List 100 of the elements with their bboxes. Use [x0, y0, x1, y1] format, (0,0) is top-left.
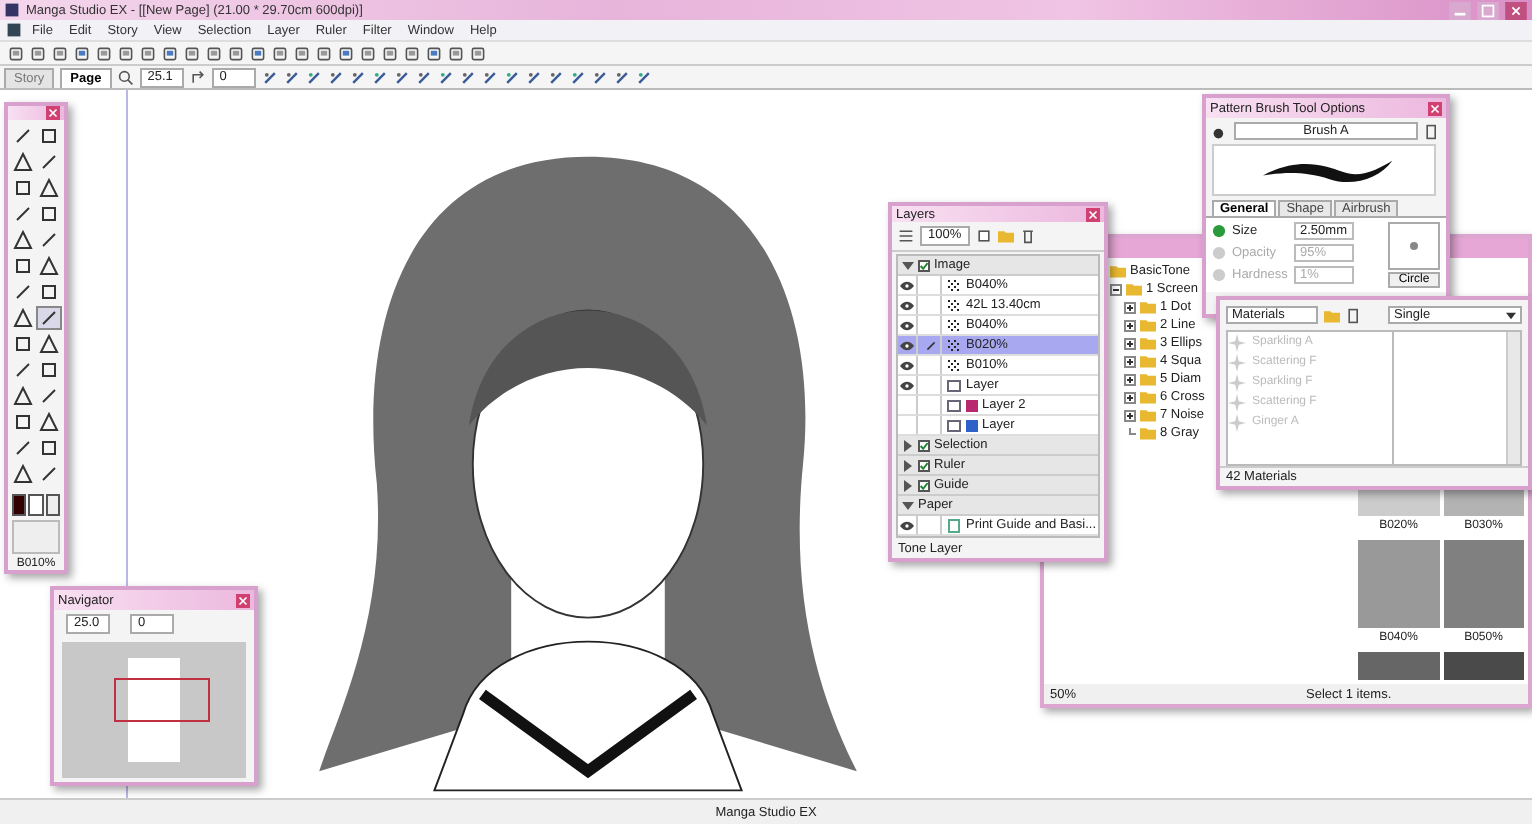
tool-icon[interactable]: [38, 282, 60, 302]
trash-icon[interactable]: [1019, 228, 1036, 244]
expand-icon[interactable]: [1124, 355, 1136, 367]
tool-icon[interactable]: [12, 464, 34, 484]
tone-swatch[interactable]: [1443, 488, 1524, 516]
tool-icon[interactable]: [38, 412, 60, 432]
expand-icon[interactable]: [1124, 409, 1136, 421]
tool-icon[interactable]: [38, 178, 60, 198]
caret-icon[interactable]: [1506, 311, 1516, 319]
status-dot-icon[interactable]: [1212, 224, 1226, 238]
eye-icon[interactable]: [900, 319, 914, 331]
toolbar-icon[interactable]: [415, 69, 432, 85]
tool-icon[interactable]: [12, 230, 34, 250]
tool-icon[interactable]: [38, 386, 60, 406]
menu-icon[interactable]: [1424, 123, 1440, 139]
expander-icon[interactable]: [902, 439, 914, 451]
tone-swatch[interactable]: [1443, 652, 1524, 680]
tool-icon[interactable]: [12, 386, 34, 406]
tool-icon[interactable]: [38, 126, 60, 146]
tool-icon[interactable]: [12, 438, 34, 458]
tool-icon[interactable]: [38, 308, 60, 328]
toolbar-icon[interactable]: [437, 69, 454, 85]
tool-icon[interactable]: [38, 256, 60, 276]
close-icon[interactable]: [1504, 1, 1528, 19]
color-swatch[interactable]: [12, 494, 27, 516]
toolbar-icon[interactable]: [459, 69, 476, 85]
tool-icon[interactable]: [12, 178, 34, 198]
collapse-icon[interactable]: [1110, 283, 1122, 295]
tool-icon[interactable]: [12, 204, 34, 224]
color-swatch[interactable]: [45, 494, 60, 516]
close-icon[interactable]: [236, 593, 250, 607]
tool-icon[interactable]: [12, 152, 34, 172]
tone-swatch[interactable]: [1358, 652, 1439, 680]
toolbar-icon[interactable]: [283, 69, 300, 85]
toolbar-icon[interactable]: [349, 69, 366, 85]
close-icon[interactable]: [1428, 101, 1442, 115]
expand-icon[interactable]: [1124, 391, 1136, 403]
toolbar-icon[interactable]: [393, 69, 410, 85]
tool-icon[interactable]: [12, 282, 34, 302]
expand-icon[interactable]: [1124, 337, 1136, 349]
expander-icon[interactable]: [902, 259, 914, 271]
checkbox[interactable]: [918, 439, 930, 451]
tool-icon[interactable]: [38, 464, 60, 484]
toolbar-icon[interactable]: [591, 69, 608, 85]
tone-swatch[interactable]: [1358, 488, 1439, 516]
eye-icon[interactable]: [900, 519, 914, 531]
rotate-icon[interactable]: [189, 69, 206, 85]
tool-icon[interactable]: [12, 126, 34, 146]
expand-icon[interactable]: [1124, 373, 1136, 385]
eye-icon[interactable]: [900, 279, 914, 291]
checkbox[interactable]: [918, 479, 930, 491]
paper-icon: [946, 517, 962, 533]
eye-icon[interactable]: [900, 359, 914, 371]
toolbar-icon[interactable]: [503, 69, 520, 85]
tool-icon[interactable]: [38, 204, 60, 224]
toolbar-icon[interactable]: [261, 69, 278, 85]
tone-swatch[interactable]: [1443, 540, 1524, 628]
color-swatch[interactable]: [28, 494, 44, 516]
toolbar-icon[interactable]: [635, 69, 652, 85]
brush-icon[interactable]: [1212, 123, 1228, 139]
tool-icon[interactable]: [12, 360, 34, 380]
tone-pattern-icon: [946, 297, 962, 313]
toolbar-icon[interactable]: [371, 69, 388, 85]
toolbar-icon[interactable]: [481, 69, 498, 85]
close-icon[interactable]: [46, 106, 60, 120]
zoom-icon[interactable]: [117, 69, 134, 85]
tool-icon[interactable]: [38, 152, 60, 172]
tool-icon[interactable]: [38, 438, 60, 458]
tool-icon[interactable]: [12, 308, 34, 328]
toolbar-icon[interactable]: [327, 69, 344, 85]
view-frame[interactable]: [114, 678, 210, 722]
tool-icon[interactable]: [38, 230, 60, 250]
tone-pattern-icon: [946, 357, 962, 373]
tool-icon[interactable]: [12, 256, 34, 276]
tool-icon[interactable]: [12, 412, 34, 432]
close-icon[interactable]: [1086, 207, 1100, 221]
status-dot-icon[interactable]: [1212, 268, 1226, 282]
toolbar-icon[interactable]: [613, 69, 630, 85]
blend-icon[interactable]: [898, 228, 914, 244]
tool-icon[interactable]: [12, 334, 34, 354]
checkbox[interactable]: [918, 259, 930, 271]
toolbar-icon[interactable]: [547, 69, 564, 85]
scrollbar[interactable]: [1506, 332, 1520, 464]
eye-icon[interactable]: [900, 379, 914, 391]
eye-icon[interactable]: [900, 339, 914, 351]
new-layer-icon[interactable]: [975, 228, 992, 244]
status-dot-icon[interactable]: [1212, 246, 1226, 260]
toolbar-icon[interactable]: [525, 69, 542, 85]
expand-icon[interactable]: [1124, 301, 1136, 313]
toolbar-icon[interactable]: [569, 69, 586, 85]
tone-swatch[interactable]: [1358, 540, 1439, 628]
tree-line-icon[interactable]: [1124, 427, 1136, 439]
tool-icon[interactable]: [38, 334, 60, 354]
toolbar-icon[interactable]: [305, 69, 322, 85]
checkbox[interactable]: [918, 459, 930, 471]
tool-icon[interactable]: [38, 360, 60, 380]
eye-icon[interactable]: [900, 299, 914, 311]
menu-icon[interactable]: [1346, 307, 1362, 323]
expand-icon[interactable]: [1124, 319, 1136, 331]
tip-preview: [1388, 222, 1440, 270]
